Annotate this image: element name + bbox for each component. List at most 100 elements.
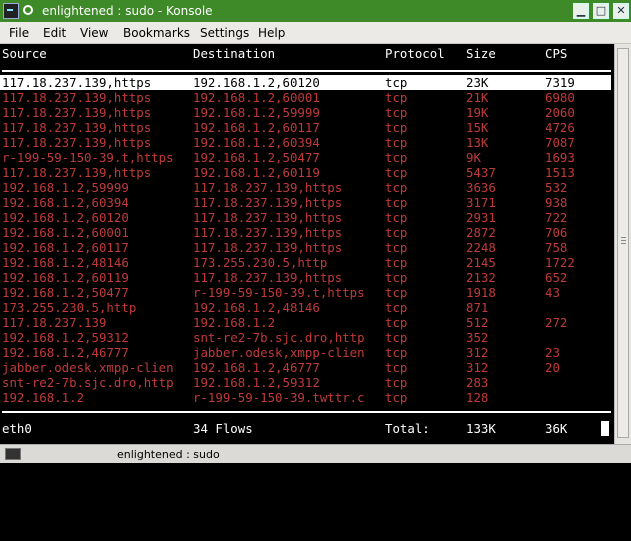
table-row-selected[interactable]: 117.18.237.139,https 192.168.1.2,60120 tcp… <box>0 75 611 90</box>
cell-protocol: tcp <box>385 225 408 240</box>
cell-protocol: tcp <box>385 150 408 165</box>
cell-size: 312 <box>466 360 489 375</box>
table-row[interactable]: 192.168.1.2,50477 r-199-59-150-39.t,https… <box>0 285 611 300</box>
cell-cps: 1722 <box>545 255 575 270</box>
cell-source: 192.168.1.2,60394 <box>2 195 129 210</box>
cell-destination: 117.18.237.139,https <box>193 225 343 240</box>
pin-icon[interactable] <box>23 5 33 15</box>
grip-line <box>621 237 626 238</box>
window-titlebar[interactable]: enlightened : sudo - Konsole ▁ □ ✕ <box>0 0 631 22</box>
cell-size: 283 <box>466 375 489 390</box>
cell-source: 117.18.237.139,https <box>2 90 152 105</box>
cell-destination: 192.168.1.2,50477 <box>193 150 320 165</box>
cell-protocol: tcp <box>385 390 408 405</box>
terminal-area[interactable]: Source Destination Protocol Size CPS 117… <box>0 44 614 444</box>
cell-cps: 7319 <box>545 75 575 90</box>
table-row[interactable]: jabber.odesk.xmpp-clien 192.168.1.2,46777… <box>0 360 611 375</box>
cell-cps: 722 <box>545 210 568 225</box>
menu-edit[interactable]: Edit <box>43 26 66 40</box>
cell-destination: jabber.odesk,xmpp-clien <box>193 345 365 360</box>
cell-protocol: tcp <box>385 120 408 135</box>
cell-destination: 117.18.237.139,https <box>193 240 343 255</box>
cell-protocol: tcp <box>385 270 408 285</box>
menu-help[interactable]: Help <box>258 26 285 40</box>
table-row[interactable]: 192.168.1.2,60120 117.18.237.139,https tcp… <box>0 210 611 225</box>
grip-line <box>621 243 626 244</box>
cell-cps: 758 <box>545 240 568 255</box>
window-title: enlightened : sudo - Konsole <box>42 4 213 18</box>
table-row[interactable]: 173.255.230.5,http 192.168.1.2,48146 tcp 87… <box>0 300 611 315</box>
cell-size: 871 <box>466 300 489 315</box>
table-row[interactable]: 192.168.1.2,46777 jabber.odesk,xmpp-clien… <box>0 345 611 360</box>
cell-protocol: tcp <box>385 375 408 390</box>
cell-destination: 192.168.1.2 <box>193 315 276 330</box>
cell-cps: 938 <box>545 195 568 210</box>
cell-source: 192.168.1.2 <box>2 390 85 405</box>
cell-cps: 23 <box>545 345 560 360</box>
table-row[interactable]: 117.18.237.139,https 192.168.1.2,60394 tcp… <box>0 135 611 150</box>
cell-size: 13K <box>466 135 489 150</box>
cell-size: 3171 <box>466 195 496 210</box>
cell-cps: 43 <box>545 285 560 300</box>
header-source: Source <box>2 46 47 61</box>
close-button[interactable]: ✕ <box>613 3 629 19</box>
table-row[interactable]: 117.18.237.139,https 192.168.1.2,60117 tcp… <box>0 120 611 135</box>
table-row[interactable]: 192.168.1.2,60001 117.18.237.139,https tcp… <box>0 225 611 240</box>
menu-bookmarks[interactable]: Bookmarks <box>123 26 190 40</box>
cell-cps: 20 <box>545 360 560 375</box>
cell-size: 1918 <box>466 285 496 300</box>
table-row[interactable]: 192.168.1.2 r-199-59-150-39.twttr.c tcp 128 <box>0 390 611 405</box>
menu-bar: File Edit View Bookmarks Settings Help <box>0 22 631 44</box>
cell-cps: 706 <box>545 225 568 240</box>
table-row[interactable]: 192.168.1.2,59999 117.18.237.139,https tcp… <box>0 180 611 195</box>
cell-destination: 192.168.1.2,59999 <box>193 105 320 120</box>
terminal-icon[interactable] <box>5 448 21 460</box>
cell-cps: 652 <box>545 270 568 285</box>
cell-cps: 6980 <box>545 90 575 105</box>
table-row[interactable]: 192.168.1.2,60394 117.18.237.139,https tcp… <box>0 195 611 210</box>
text-cursor <box>601 421 609 436</box>
menu-file[interactable]: File <box>9 26 29 40</box>
interface-name: eth0 <box>2 421 32 436</box>
cell-source: 192.168.1.2,60117 <box>2 240 129 255</box>
cell-destination: 192.168.1.2,60119 <box>193 165 320 180</box>
cell-source: 192.168.1.2,60120 <box>2 210 129 225</box>
vertical-scrollbar[interactable] <box>614 44 631 444</box>
menu-settings[interactable]: Settings <box>200 26 249 40</box>
table-row[interactable]: 192.168.1.2,59312 snt-re2-7b.sjc.dro,http… <box>0 330 611 345</box>
cell-size: 128 <box>466 390 489 405</box>
cell-source: 117.18.237.139,https <box>2 165 152 180</box>
header-destination: Destination <box>193 46 276 61</box>
terminal-icon[interactable] <box>3 3 19 19</box>
table-row[interactable]: 117.18.237.139,https 192.168.1.2,59999 tcp… <box>0 105 611 120</box>
cell-destination: 117.18.237.139,https <box>193 270 343 285</box>
cell-destination: r-199-59-150-39.t,https <box>193 285 365 300</box>
cell-source: r-199-59-150-39.t,https <box>2 150 174 165</box>
header-cps: CPS <box>545 46 568 61</box>
table-row[interactable]: 192.168.1.2,48146 173.255.230.5,http tcp 21… <box>0 255 611 270</box>
header-protocol: Protocol <box>385 46 445 61</box>
cell-source: jabber.odesk.xmpp-clien <box>2 360 174 375</box>
cell-protocol: tcp <box>385 105 408 120</box>
cell-protocol: tcp <box>385 135 408 150</box>
cell-destination: r-199-59-150-39.twttr.c <box>193 390 365 405</box>
table-row[interactable]: 117.18.237.139,https 192.168.1.2,60119 tcp… <box>0 165 611 180</box>
table-row[interactable]: 192.168.1.2,60117 117.18.237.139,https tcp… <box>0 240 611 255</box>
cell-size: 2248 <box>466 240 496 255</box>
cell-destination: 173.255.230.5,http <box>193 255 328 270</box>
table-row[interactable]: 117.18.237.139,https 192.168.1.2,60001 tcp… <box>0 90 611 105</box>
cell-source: 192.168.1.2,60119 <box>2 270 129 285</box>
table-row[interactable]: r-199-59-150-39.t,https 192.168.1.2,50477… <box>0 150 611 165</box>
menu-view[interactable]: View <box>80 26 108 40</box>
minimize-button[interactable]: ▁ <box>573 3 589 19</box>
table-row[interactable]: 192.168.1.2,60119 117.18.237.139,https tcp… <box>0 270 611 285</box>
table-header: Source Destination Protocol Size CPS <box>0 46 611 61</box>
scrollbar-thumb[interactable] <box>617 48 629 438</box>
table-row[interactable]: snt-re2-7b.sjc.dro,http 192.168.1.2,59312… <box>0 375 611 390</box>
cell-source: snt-re2-7b.sjc.dro,http <box>2 375 174 390</box>
table-row[interactable]: 117.18.237.139 192.168.1.2 tcp 512 272 <box>0 315 611 330</box>
cell-protocol: tcp <box>385 90 408 105</box>
cell-size: 2931 <box>466 210 496 225</box>
maximize-button[interactable]: □ <box>593 3 609 19</box>
taskbar-item[interactable]: enlightened : sudo <box>117 448 220 461</box>
